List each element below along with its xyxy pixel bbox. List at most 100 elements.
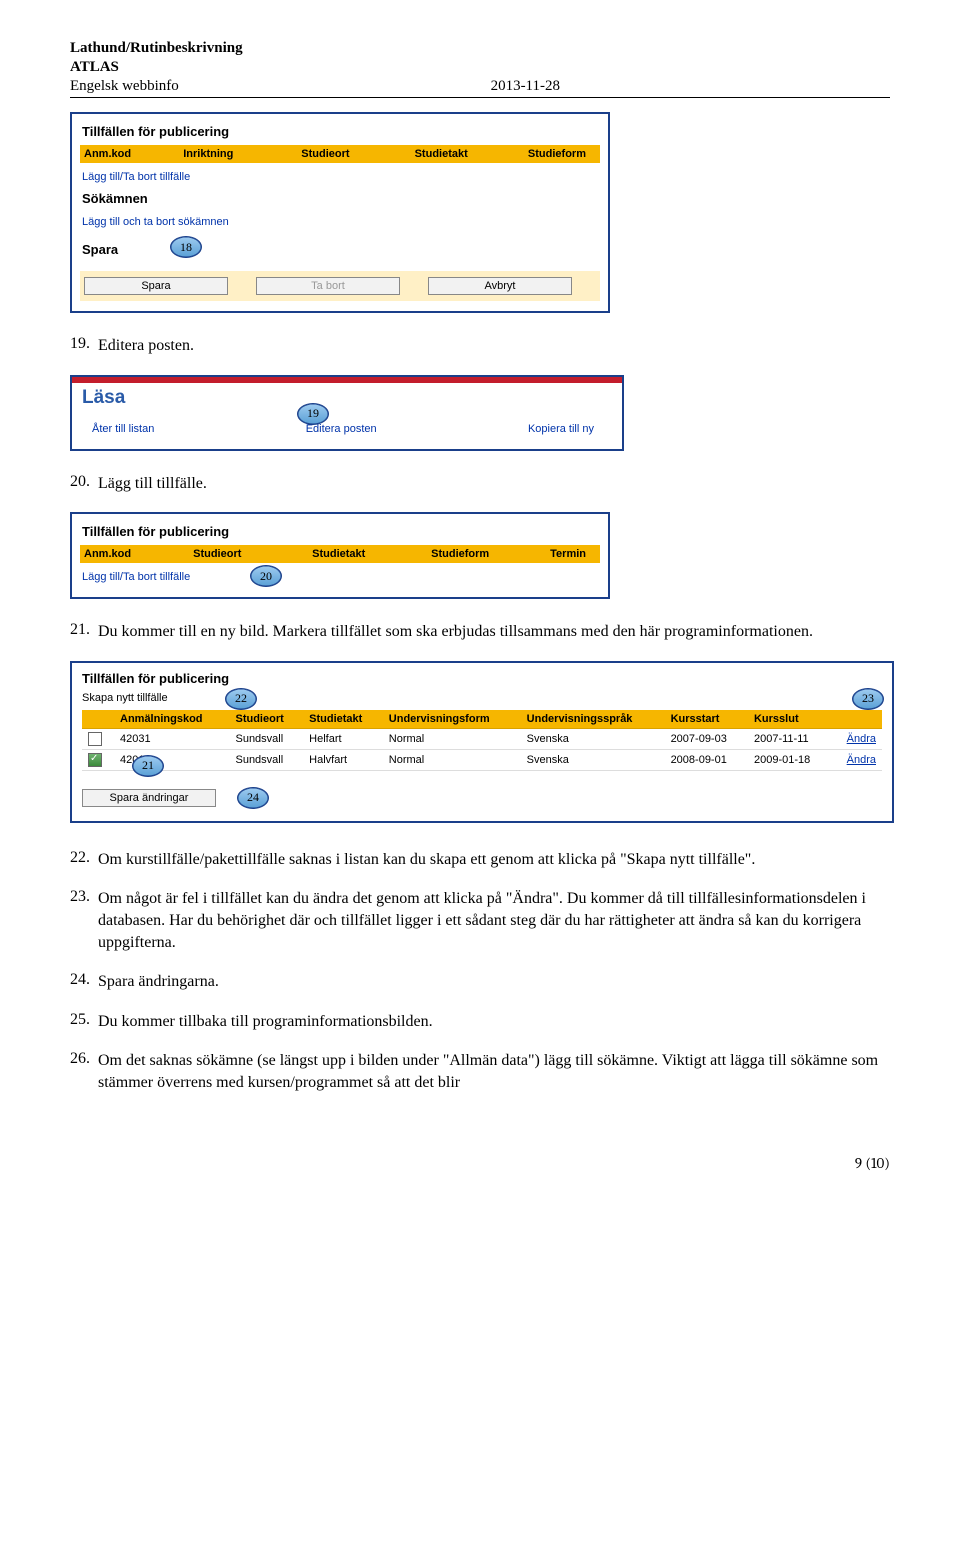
step-24-text: Spara ändringarna. — [98, 971, 219, 993]
step-23-text: Om något är fel i tillfället kan du ändr… — [98, 888, 890, 953]
link-add-remove-tillfalle-2[interactable]: Lägg till/Ta bort tillfälle — [82, 571, 190, 583]
callout-22: 22 — [225, 688, 257, 710]
checkbox-row-1[interactable] — [88, 753, 102, 767]
cell-takt-1: Halvfart — [303, 749, 383, 770]
step-19-text: Editera posten. — [98, 335, 194, 357]
step-22-num: 22. — [70, 849, 98, 871]
th2-studieform: Studieform — [431, 548, 550, 560]
panel-lasa: Läsa 19 Åter till listan Editera posten … — [70, 375, 624, 451]
panel-tillfallen-table: Tillfällen för publicering Skapa nytt ti… — [70, 661, 894, 823]
link-add-remove-tillfalle-1[interactable]: Lägg till/Ta bort tillfälle — [82, 171, 190, 183]
link-skapa-nytt[interactable]: Skapa nytt tillfälle — [82, 692, 168, 704]
panel3-title: Tillfällen för publicering — [82, 671, 882, 686]
cell-form-0: Normal — [383, 728, 521, 749]
step-25-num: 25. — [70, 1011, 98, 1033]
step-26-num: 26. — [70, 1050, 98, 1093]
th-inriktning: Inriktning — [183, 148, 301, 160]
cell-kod-0: 42031 — [114, 728, 229, 749]
link-andra-0[interactable]: Ändra — [847, 733, 876, 745]
doc-header: Lathund/Rutinbeskrivning ATLAS Engelsk w… — [70, 40, 890, 98]
table-header-row: Anmälningskod Studieort Studietakt Under… — [82, 710, 882, 729]
step-21: 21. Du kommer till en ny bild. Markera t… — [70, 621, 890, 643]
th3-studietakt: Studietakt — [303, 710, 383, 729]
step-22-text: Om kurstillfälle/pakettillfälle saknas i… — [98, 849, 755, 871]
cell-form-1: Normal — [383, 749, 521, 770]
th3-studieort: Studieort — [229, 710, 303, 729]
th2-anmkod: Anm.kod — [84, 548, 193, 560]
th2-studietakt: Studietakt — [312, 548, 431, 560]
th-studieort: Studieort — [301, 148, 414, 160]
page-footer: 9 (10) — [70, 1154, 890, 1172]
step-23-num: 23. — [70, 888, 98, 953]
panel-tillfallen-1: Tillfällen för publicering Anm.kod Inrik… — [70, 112, 610, 313]
th-anmkod: Anm.kod — [84, 148, 183, 160]
cell-sprak-1: Svenska — [521, 749, 665, 770]
callout-20: 20 — [250, 565, 282, 587]
spara-andringar-button[interactable]: Spara ändringar — [82, 789, 216, 807]
cell-sprak-0: Svenska — [521, 728, 665, 749]
cell-start-1: 2008-09-01 — [665, 749, 748, 770]
lasa-label: Läsa — [82, 387, 618, 409]
step-22: 22. Om kurstillfälle/pakettillfälle sakn… — [70, 849, 890, 871]
lasa-links: Åter till listan Editera posten Kopiera … — [76, 415, 618, 443]
callout-18: 18 — [170, 236, 202, 258]
th-chk — [82, 710, 114, 729]
cell-slut-1: 2009-01-18 — [748, 749, 831, 770]
doc-header-date: 2013-11-28 — [491, 78, 560, 95]
step-20: 20. Lägg till tillfälle. — [70, 473, 890, 495]
panel2b-title: Tillfällen för publicering — [82, 524, 600, 539]
step-20-num: 20. — [70, 473, 98, 495]
doc-header-line1: Lathund/Rutinbeskrivning — [70, 40, 890, 57]
panel1-title2: Sökämnen — [82, 191, 600, 206]
step-24-num: 24. — [70, 971, 98, 993]
step-23: 23. Om något är fel i tillfället kan du … — [70, 888, 890, 953]
tillfallen-table: Anmälningskod Studieort Studietakt Under… — [82, 710, 882, 771]
link-andra-1[interactable]: Ändra — [847, 754, 876, 766]
step-20-text: Lägg till tillfälle. — [98, 473, 207, 495]
callout-24: 24 — [237, 787, 269, 809]
th-anmalningskod: Anmälningskod — [114, 710, 229, 729]
th2-studieort: Studieort — [193, 548, 312, 560]
cell-start-0: 2007-09-03 — [665, 728, 748, 749]
step-19: 19. Editera posten. — [70, 335, 890, 357]
panel1-title1: Tillfällen för publicering — [82, 124, 600, 139]
th2-termin: Termin — [550, 548, 596, 560]
callout-23: 23 — [852, 688, 884, 710]
button-bar: Spara Ta bort Avbryt — [80, 271, 600, 301]
th-kursstart: Kursstart — [665, 710, 748, 729]
step-24: 24. Spara ändringarna. — [70, 971, 890, 993]
th-studietakt: Studietakt — [415, 148, 528, 160]
link-kopiera-ny[interactable]: Kopiera till ny — [528, 423, 594, 435]
cell-ort-0: Sundsvall — [229, 728, 303, 749]
panel2b-headers: Anm.kod Studieort Studietakt Studieform … — [80, 545, 600, 563]
link-add-remove-sokamnen[interactable]: Lägg till och ta bort sökämnen — [82, 216, 229, 228]
doc-header-left: Engelsk webbinfo — [70, 78, 179, 95]
table-row: 42011 Sundsvall Halvfart Normal Svenska … — [82, 749, 882, 770]
th-undervisningsform: Undervisningsform — [383, 710, 521, 729]
checkbox-row-0[interactable] — [88, 732, 102, 746]
step-21-text: Du kommer till en ny bild. Markera tillf… — [98, 621, 813, 643]
th-andra — [831, 710, 882, 729]
tabort-button[interactable]: Ta bort — [256, 277, 400, 295]
callout-19: 19 — [297, 403, 329, 425]
doc-header-line2: ATLAS — [70, 59, 890, 76]
step-21-num: 21. — [70, 621, 98, 643]
spara-button[interactable]: Spara — [84, 277, 228, 295]
th-kursslut: Kursslut — [748, 710, 831, 729]
panel1-headers: Anm.kod Inriktning Studieort Studietakt … — [80, 145, 600, 163]
callout-21: 21 — [132, 755, 164, 777]
step-26-text: Om det saknas sökämne (se längst upp i b… — [98, 1050, 890, 1093]
cell-ort-1: Sundsvall — [229, 749, 303, 770]
panel1-title3: Spara — [82, 242, 118, 257]
step-26: 26. Om det saknas sökämne (se längst upp… — [70, 1050, 890, 1093]
step-19-num: 19. — [70, 335, 98, 357]
cell-slut-0: 2007-11-11 — [748, 728, 831, 749]
th-undervisningssprak: Undervisningsspråk — [521, 710, 665, 729]
link-ater-listan[interactable]: Åter till listan — [92, 423, 154, 435]
avbryt-button[interactable]: Avbryt — [428, 277, 572, 295]
step-25: 25. Du kommer tillbaka till programinfor… — [70, 1011, 890, 1033]
th-studieform: Studieform — [528, 148, 596, 160]
cell-takt-0: Helfart — [303, 728, 383, 749]
table-row: 42031 Sundsvall Helfart Normal Svenska 2… — [82, 728, 882, 749]
panel-tillfallen-2: Tillfällen för publicering Anm.kod Studi… — [70, 512, 610, 599]
